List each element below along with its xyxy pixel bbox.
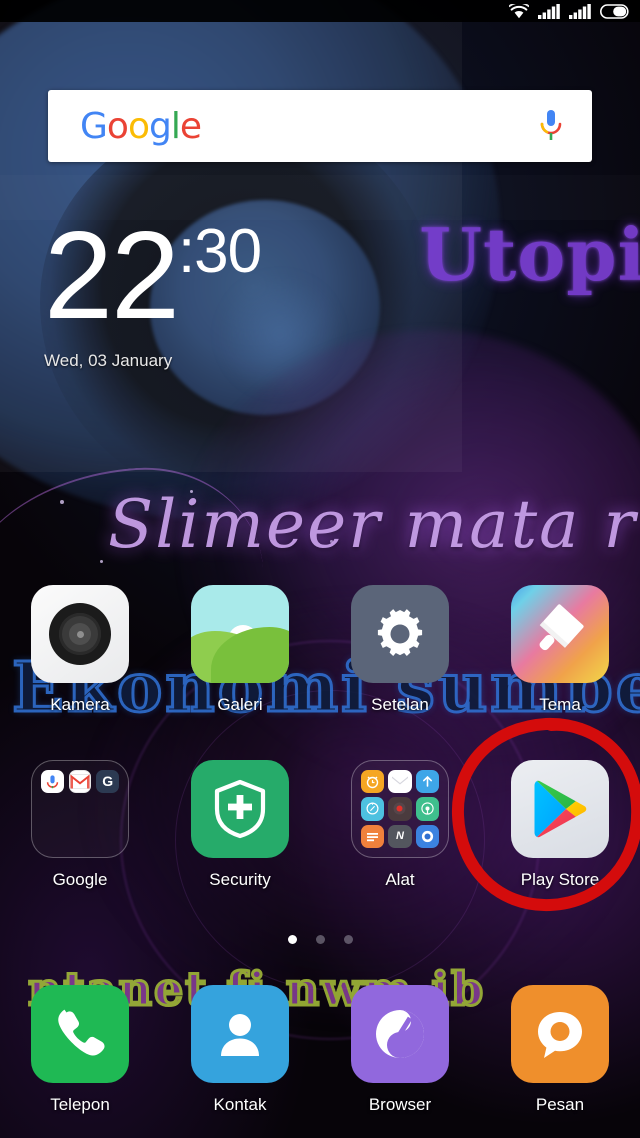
dock-app-telepon[interactable]: Telepon	[0, 985, 160, 1115]
mi-remote-icon	[415, 797, 439, 821]
signal-sim1-icon	[538, 3, 560, 19]
folder-google[interactable]: G Google	[0, 760, 160, 890]
dock: Telepon Kontak Browser Pesan	[0, 985, 640, 1115]
shield-plus-icon[interactable]	[191, 760, 289, 858]
google-search-widget[interactable]: Google	[48, 90, 592, 162]
gmail-icon	[68, 770, 92, 793]
gallery-icon[interactable]	[191, 585, 289, 683]
google-logo: Google	[80, 105, 202, 147]
status-bar	[0, 0, 640, 22]
theme-brush-icon[interactable]	[511, 585, 609, 683]
app-label: Security	[209, 870, 271, 889]
wallpaper-sparkle	[60, 500, 64, 504]
dock-app-browser[interactable]: Browser	[320, 985, 480, 1115]
app-label: Play Store	[520, 870, 600, 889]
calculator-icon	[361, 824, 385, 848]
app-row-2: G Google Security N Alat Play Store	[0, 760, 640, 890]
notes-icon: N	[388, 824, 412, 848]
clock-widget[interactable]: 22 :30 Wed, 03 January	[44, 207, 262, 371]
wallpaper-sparkle	[100, 560, 103, 563]
home-screen: Ekonomi sumber Utopi Slimeer mata r ntan…	[0, 0, 640, 1138]
clock-hours: 22	[44, 207, 180, 345]
page-indicator[interactable]	[0, 935, 640, 944]
page-dot-1[interactable]	[287, 935, 297, 944]
wallpaper-sparkle	[190, 490, 193, 493]
wifi-icon	[509, 3, 529, 18]
browser-icon[interactable]	[351, 985, 449, 1083]
app-label: Alat	[385, 870, 415, 889]
tools-folder-icon[interactable]: N	[351, 760, 449, 858]
app-security[interactable]: Security	[160, 760, 320, 890]
message-icon[interactable]	[511, 985, 609, 1083]
app-row-1: Kamera Galeri Setelan Tema	[0, 585, 640, 715]
app-kamera[interactable]: Kamera	[0, 585, 160, 715]
assistant-mic-icon	[41, 770, 64, 793]
signal-sim2-icon	[569, 3, 591, 19]
page-dot-2[interactable]	[315, 935, 325, 944]
dock-app-kontak[interactable]: Kontak	[160, 985, 320, 1115]
contacts-icon[interactable]	[191, 985, 289, 1083]
app-galeri[interactable]: Galeri	[160, 585, 320, 715]
page-dot-3[interactable]	[343, 935, 353, 944]
phone-icon[interactable]	[31, 985, 129, 1083]
clock-minutes: :30	[177, 217, 262, 286]
google-folder-icon[interactable]: G	[31, 760, 129, 858]
camera-icon[interactable]	[31, 585, 129, 683]
microphone-icon[interactable]	[538, 109, 564, 143]
file-transfer-icon	[415, 770, 439, 794]
app-label: Galeri	[217, 695, 263, 714]
app-label: Tema	[539, 695, 581, 714]
compass-icon	[361, 797, 385, 821]
battery-icon	[600, 3, 629, 19]
wallpaper: Ekonomi sumber Utopi Slimeer mata r ntan…	[0, 0, 640, 1138]
app-play-store[interactable]: Play Store	[480, 760, 640, 890]
alarm-clock-icon	[361, 770, 385, 794]
recorder-icon	[388, 797, 412, 821]
mail-icon	[388, 770, 412, 794]
app-label: Pesan	[535, 1095, 585, 1114]
clock-time: 22 :30	[44, 207, 262, 345]
google-g-icon: G	[96, 770, 119, 793]
app-label: Kamera	[50, 695, 110, 714]
app-tema[interactable]: Tema	[480, 585, 640, 715]
wallpaper-sparkle	[330, 540, 333, 543]
app-label: Browser	[368, 1095, 432, 1114]
app-label: Telepon	[50, 1095, 110, 1114]
folder-alat[interactable]: N Alat	[320, 760, 480, 890]
browser-icon	[415, 824, 439, 848]
settings-gear-icon[interactable]	[351, 585, 449, 683]
clock-date: Wed, 03 January	[44, 351, 173, 371]
app-label: Setelan	[371, 695, 429, 714]
play-store-icon[interactable]	[511, 760, 609, 858]
app-label: Google	[52, 870, 108, 889]
app-setelan[interactable]: Setelan	[320, 585, 480, 715]
dock-app-pesan[interactable]: Pesan	[480, 985, 640, 1115]
app-label: Kontak	[213, 1095, 267, 1114]
